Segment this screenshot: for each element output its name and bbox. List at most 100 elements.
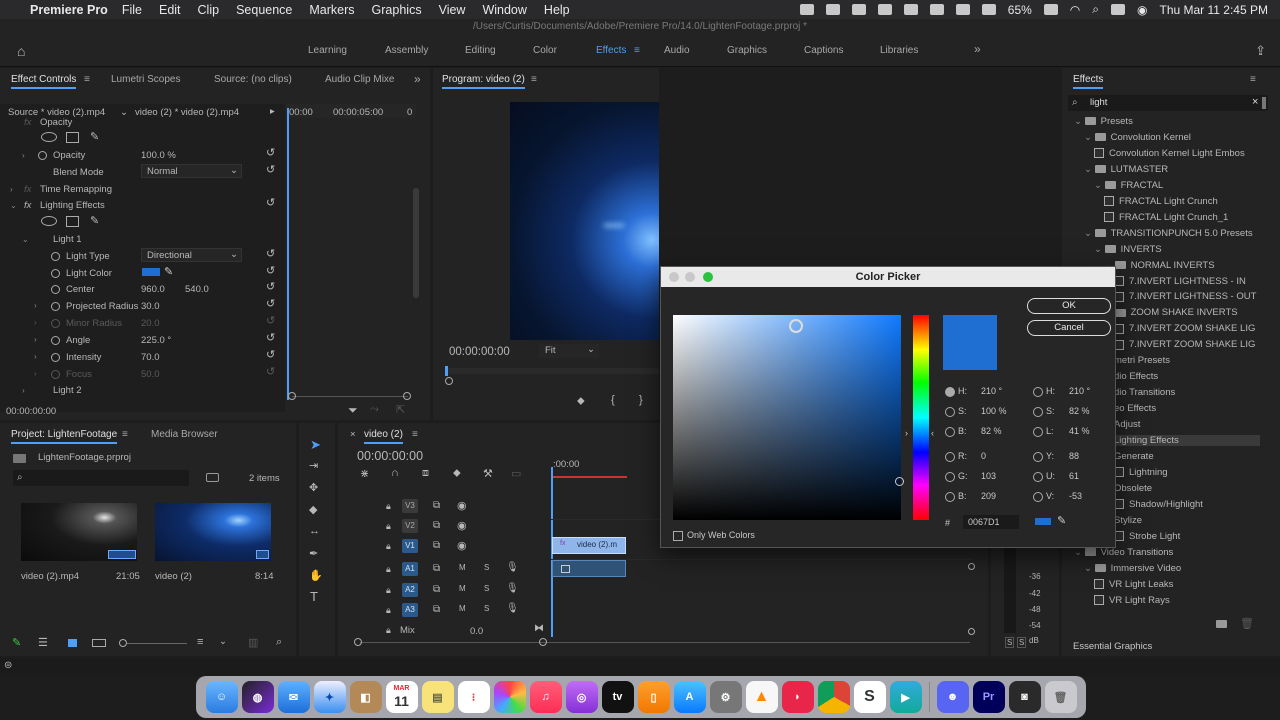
slip-tool-icon[interactable]: ↔ (309, 525, 320, 537)
color-picker-titlebar[interactable]: Color Picker (661, 267, 1115, 287)
hsl-h-value[interactable]: 210 ° (1069, 386, 1090, 396)
razor-tool-icon[interactable]: ◆ (309, 503, 317, 516)
opacity-value[interactable]: 100.0 % (141, 150, 176, 161)
ec-timecode[interactable]: 00:00:00:00 (6, 406, 56, 417)
radio-rgb-b[interactable]: B: (945, 491, 967, 502)
yuv-y-value[interactable]: 88 (1069, 451, 1079, 461)
eye-icon[interactable]: ◉ (457, 539, 467, 552)
clip-thumbnail[interactable] (21, 503, 137, 561)
keyframe-nav-icon[interactable]: ⧓ (534, 623, 544, 634)
effects-tree-item[interactable]: ⌄ FRACTAL (1094, 180, 1163, 191)
status-app-icon[interactable] (877, 4, 892, 15)
status-app-icon[interactable] (981, 4, 996, 15)
menu-graphics[interactable]: Graphics (372, 3, 422, 17)
hsb-s-value[interactable]: 100 % (981, 406, 1007, 416)
menu-help[interactable]: Help (544, 3, 570, 17)
podcasts-icon[interactable]: ◎ (565, 681, 598, 713)
hsb-h-value[interactable]: 210 ° (981, 386, 1002, 396)
effects-tree-item[interactable]: 7.INVERT ZOOM SHAKE LIG (1114, 339, 1255, 350)
type-tool-icon[interactable]: T (310, 589, 318, 604)
center-x-value[interactable]: 960.0 (141, 284, 165, 295)
effects-tree-item[interactable]: dio Transitions (1114, 387, 1175, 398)
reset-icon[interactable]: ↺ (266, 264, 275, 277)
status-app-icon[interactable] (903, 4, 918, 15)
reset-icon[interactable]: ↺ (266, 297, 275, 310)
effects-tree-item-selected[interactable]: Lighting Effects (1114, 435, 1260, 446)
effects-search-input[interactable]: ⌕ light × (1068, 95, 1268, 111)
effects-tree-item[interactable]: Generate (1114, 451, 1154, 462)
pencil-icon[interactable]: ✎ (12, 636, 21, 649)
panel-menu-icon[interactable]: ≡ (122, 429, 128, 440)
sequence-name[interactable]: video (2) (155, 571, 192, 582)
project-search-input[interactable]: ⌕ (13, 470, 189, 486)
pen-tool-icon[interactable]: ✒ (309, 547, 318, 560)
ripple-edit-tool-icon[interactable]: ✥ (309, 481, 318, 494)
scrollbar[interactable] (1262, 97, 1266, 109)
finder-icon[interactable]: ☺ (205, 681, 238, 713)
cancel-button[interactable]: Cancel (1027, 320, 1111, 336)
mail-icon[interactable]: ✉ (277, 681, 310, 713)
reset-icon[interactable]: ↺ (266, 146, 275, 159)
more-tabs-icon[interactable]: » (414, 72, 421, 86)
cloud-icon[interactable] (929, 4, 944, 15)
home-icon[interactable]: ⌂ (17, 43, 25, 59)
scrollbar[interactable] (413, 188, 419, 298)
light1-label[interactable]: Light 1 (53, 234, 82, 245)
track-select-tool-icon[interactable]: ⇥ (309, 459, 318, 472)
premiere-icon[interactable]: Pr (972, 681, 1005, 713)
hsl-s-value[interactable]: 82 % (1069, 406, 1090, 416)
hue-arrow-right-icon[interactable]: ‹ (931, 428, 934, 438)
cast-icon[interactable]: ◗ (781, 681, 814, 713)
stopwatch-icon[interactable] (51, 352, 60, 363)
ws-tab-graphics[interactable]: Graphics (727, 45, 767, 56)
ellipse-mask-icon[interactable] (41, 132, 57, 142)
marker-icon[interactable]: ⬥ (577, 395, 585, 408)
projected-radius-value[interactable]: 30.0 (141, 301, 160, 312)
sync-lock-icon[interactable]: ⧉ (433, 540, 440, 551)
menu-markers[interactable]: Markers (309, 3, 354, 17)
radio-yuv-y[interactable]: Y: (1033, 451, 1054, 462)
app-menu[interactable]: Premiere Pro (30, 3, 108, 17)
reset-icon[interactable]: ↺ (266, 348, 275, 361)
wrench-icon[interactable]: ⚒ (483, 467, 493, 480)
light-type-select[interactable]: Directional ⌄ (141, 248, 242, 262)
collapse-icon[interactable]: ⌄ (22, 235, 29, 244)
reminders-icon[interactable]: ⁝ (457, 681, 490, 713)
selection-tool-icon[interactable]: ➤ (310, 437, 321, 453)
lock-icon[interactable]: 🔒︎ (386, 501, 391, 512)
color-cursor[interactable] (789, 319, 803, 333)
microphone-icon[interactable]: 🎙︎ (506, 562, 519, 573)
creative-cloud-icon[interactable] (825, 4, 840, 15)
close-icon[interactable] (669, 272, 679, 282)
track-v2[interactable]: V2 (402, 519, 418, 533)
reset-icon[interactable]: ↺ (266, 331, 275, 344)
saturation-brightness-field[interactable] (673, 315, 901, 520)
menu-window[interactable]: Window (482, 3, 526, 17)
effects-tree-item[interactable]: ⌄ TRANSITIONPUNCH 5.0 Presets (1084, 228, 1253, 239)
lock-icon[interactable]: 🔒︎ (386, 585, 391, 596)
skype-icon[interactable]: S (853, 681, 886, 713)
expand-icon[interactable]: › (34, 352, 37, 361)
lock-icon[interactable]: 🔒︎ (386, 625, 391, 636)
video-frame[interactable] (510, 102, 659, 340)
effects-tree-item[interactable]: eo Effects (1114, 403, 1156, 414)
track-v3[interactable]: V3 (402, 499, 418, 513)
scroll-handle[interactable] (968, 628, 975, 635)
filter-icon[interactable]: ⏷ (348, 403, 358, 418)
expand-icon[interactable]: › (34, 301, 37, 310)
discord-icon[interactable]: ☻ (936, 681, 969, 713)
timeline-close-icon[interactable]: × (350, 429, 356, 440)
effects-tree-item[interactable]: Lightning (1114, 467, 1168, 478)
sync-lock-icon[interactable]: ⧉ (433, 604, 440, 615)
preferences-icon[interactable]: ⚙ (709, 681, 742, 713)
effects-tree-item[interactable]: ⌄ LUTMASTER (1084, 164, 1168, 175)
tab-essential-graphics[interactable]: Essential Graphics (1073, 641, 1152, 652)
status-app-icon[interactable] (851, 4, 866, 15)
eyedropper-icon[interactable]: ✎ (164, 265, 173, 278)
vlc-icon[interactable]: ▲ (745, 681, 778, 713)
zoom-slider[interactable] (127, 643, 187, 644)
play-icon[interactable]: ▸ (270, 106, 275, 117)
stopwatch-icon[interactable] (51, 335, 60, 346)
effects-tree-item[interactable]: ⌄ NORMAL INVERTS (1104, 260, 1215, 271)
horizontal-scrollbar[interactable] (360, 642, 970, 643)
